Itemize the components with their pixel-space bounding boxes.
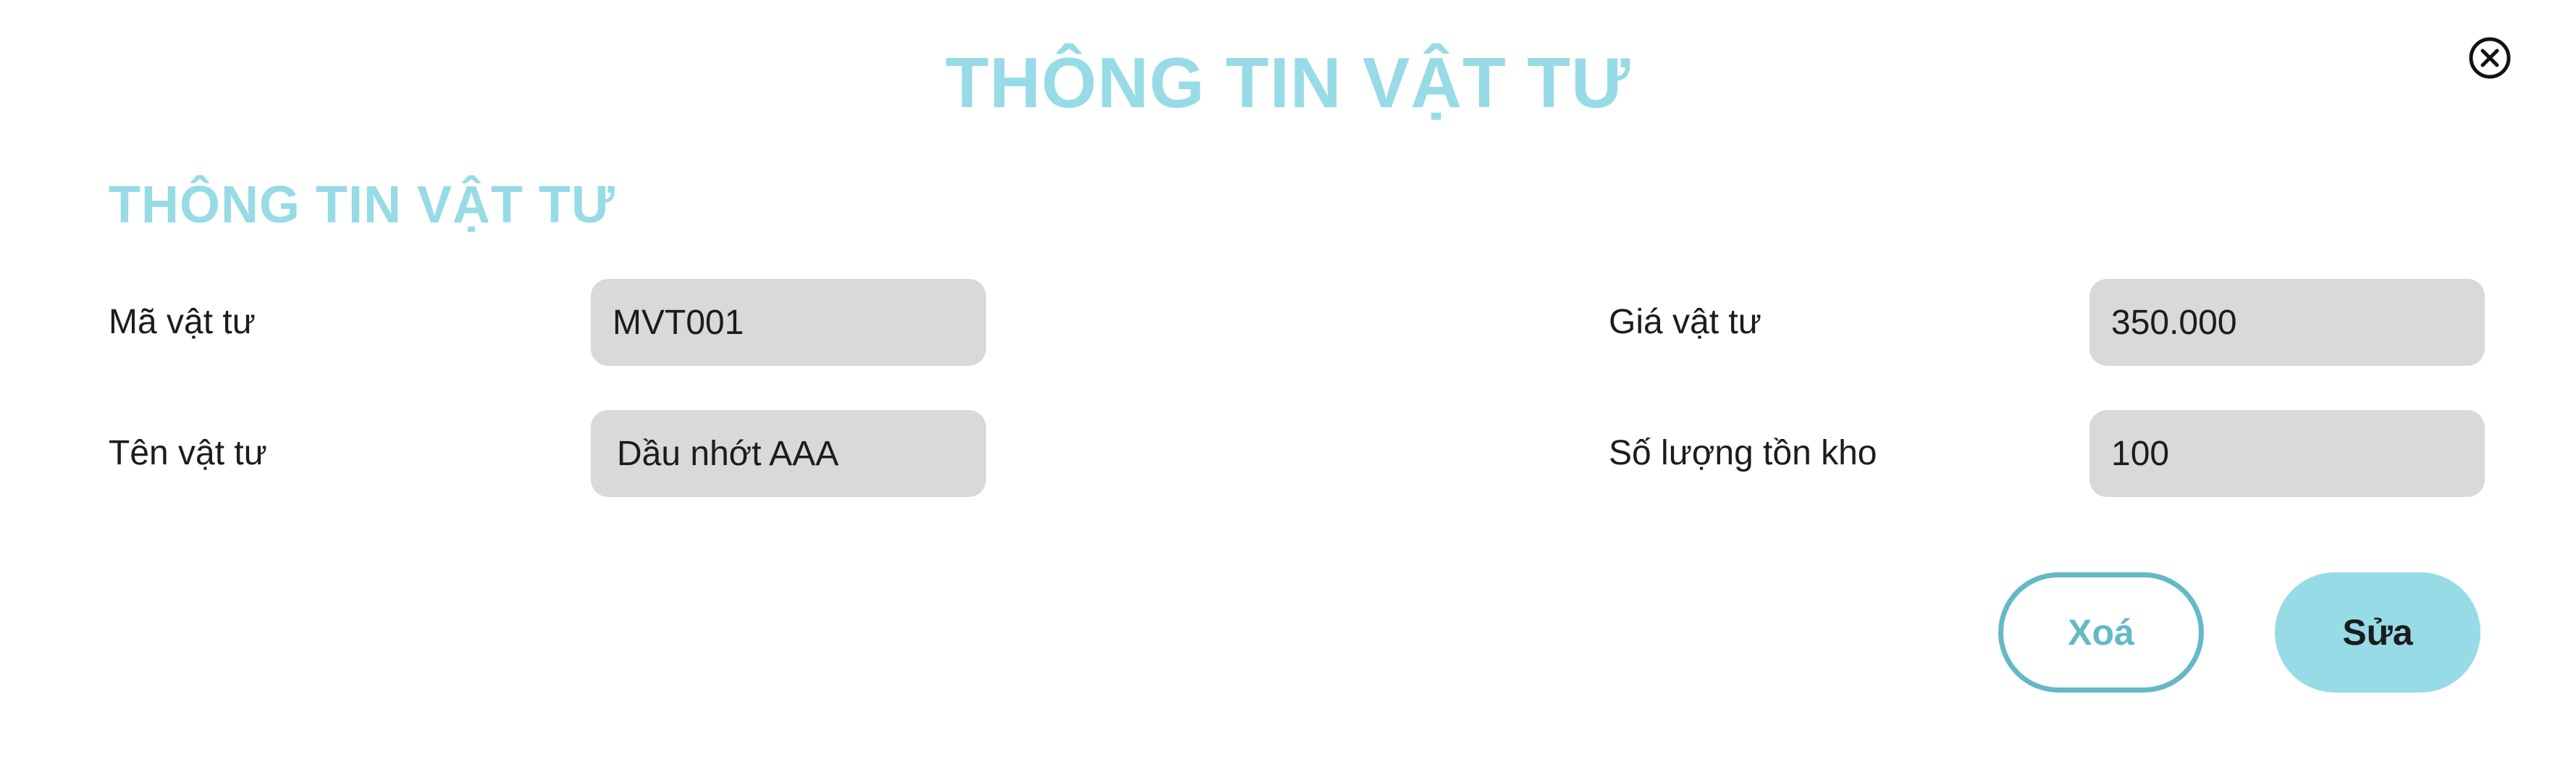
material-name-label: Tên vật tư (109, 434, 267, 472)
material-info-dialog: THÔNG TIN VẬT TƯ THÔNG TIN VẬT TƯ Mã vật… (0, 0, 2576, 765)
material-price-input[interactable] (2089, 279, 2485, 366)
material-price-label: Giá vật tư (1609, 303, 1761, 341)
section-title: THÔNG TIN VẬT TƯ (109, 176, 615, 234)
material-code-input[interactable] (591, 279, 986, 366)
close-circle-icon (2469, 37, 2511, 79)
dialog-title: THÔNG TIN VẬT TƯ (945, 43, 1631, 122)
delete-button[interactable]: Xoá (1998, 572, 2204, 693)
stock-quantity-input[interactable] (2089, 410, 2485, 497)
material-code-label: Mã vật tư (109, 303, 256, 341)
material-name-input[interactable] (591, 410, 986, 497)
close-button[interactable] (2467, 35, 2512, 80)
edit-button[interactable]: Sửa (2275, 572, 2480, 693)
stock-quantity-label: Số lượng tồn kho (1609, 434, 1877, 472)
